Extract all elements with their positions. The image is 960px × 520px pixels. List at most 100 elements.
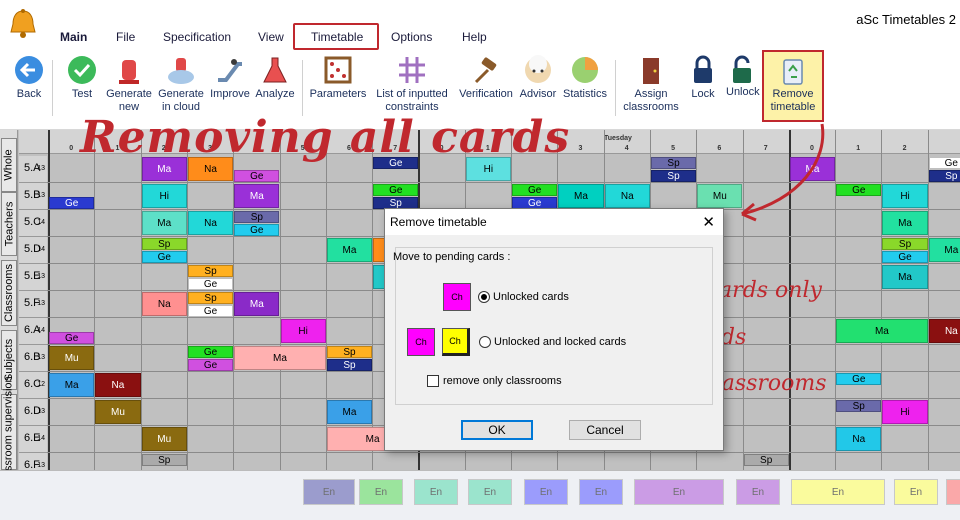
test-button[interactable]: Test: [62, 54, 102, 101]
lesson-card[interactable]: Ma: [326, 238, 373, 262]
side-tab-teachers[interactable]: Teachers: [1, 192, 17, 256]
lesson-card[interactable]: Sp: [234, 211, 280, 223]
generate-in-cloud-button[interactable]: Generate in cloud: [156, 54, 206, 114]
lesson-card[interactable]: Ma: [836, 319, 928, 343]
lesson-card[interactable]: Ma: [234, 346, 326, 370]
lesson-card[interactable]: Sp: [928, 170, 960, 182]
pending-card[interactable]: [946, 479, 960, 505]
lesson-card[interactable]: Sp: [187, 292, 234, 304]
pending-card[interactable]: En: [359, 479, 403, 505]
side-tab-whole[interactable]: Whole: [1, 138, 17, 192]
lesson-card[interactable]: Ma: [882, 211, 928, 235]
remove-only-classrooms-label[interactable]: remove only classrooms: [443, 375, 562, 387]
assign-classrooms-button[interactable]: Assign classrooms: [622, 54, 680, 114]
generate-new-button[interactable]: Generate new: [104, 54, 154, 114]
class-row-label[interactable]: 6.F 13: [19, 453, 47, 470]
menu-timetable[interactable]: Timetable: [311, 30, 363, 44]
lesson-card[interactable]: Sp: [326, 359, 373, 371]
class-row-label[interactable]: 5.B 13: [19, 183, 47, 210]
class-row-label[interactable]: 6.E 14: [19, 426, 47, 453]
lesson-card[interactable]: Ge: [187, 359, 234, 371]
advisor-button[interactable]: Advisor: [518, 54, 558, 101]
lesson-card[interactable]: Hi: [882, 400, 928, 424]
lesson-card[interactable]: Ge: [187, 278, 234, 290]
pending-card[interactable]: En: [791, 479, 885, 505]
lesson-card[interactable]: Na: [187, 211, 234, 235]
pending-card[interactable]: En: [303, 479, 355, 505]
radio-unlocked-label[interactable]: Unlocked cards: [493, 291, 569, 303]
pending-card[interactable]: En: [736, 479, 780, 505]
lesson-card[interactable]: Na: [836, 427, 882, 451]
class-row-label[interactable]: 5.E 13: [19, 264, 47, 291]
lesson-card[interactable]: Na: [95, 373, 141, 397]
menu-help[interactable]: Help: [462, 30, 487, 44]
lesson-card[interactable]: Sp: [743, 454, 789, 466]
lesson-card[interactable]: Na: [141, 292, 187, 316]
lesson-card[interactable]: Sp: [141, 454, 187, 466]
menu-options[interactable]: Options: [391, 30, 432, 44]
lesson-card[interactable]: Ma: [234, 184, 280, 208]
statistics-button[interactable]: Statistics: [560, 54, 610, 101]
lesson-card[interactable]: Hi: [280, 319, 326, 343]
lesson-card[interactable]: Ge: [512, 184, 558, 196]
lesson-card[interactable]: Ge: [928, 157, 960, 169]
lesson-card[interactable]: Hi: [141, 184, 187, 208]
menu-file[interactable]: File: [116, 30, 135, 44]
lesson-card[interactable]: Ma: [49, 373, 95, 397]
lesson-card[interactable]: Sp: [326, 346, 373, 358]
lesson-card[interactable]: Ge: [49, 197, 95, 209]
lesson-card[interactable]: Sp: [141, 238, 187, 250]
lesson-card[interactable]: Ma: [882, 265, 928, 289]
pending-card[interactable]: En: [894, 479, 938, 505]
pending-card[interactable]: En: [579, 479, 623, 505]
lesson-card[interactable]: Ge: [882, 251, 928, 263]
lesson-card[interactable]: Sp: [650, 170, 697, 182]
lesson-card[interactable]: Ge: [836, 184, 882, 196]
lesson-card[interactable]: Na: [928, 319, 960, 343]
radio-all-cards[interactable]: [479, 336, 491, 348]
class-row-label[interactable]: 6.C 12: [19, 372, 47, 399]
lock-button[interactable]: Lock: [686, 54, 720, 101]
remove-only-classrooms-checkbox[interactable]: [427, 375, 439, 387]
close-icon[interactable]: ✕: [702, 213, 715, 231]
lesson-card[interactable]: Ma: [928, 238, 960, 262]
class-row-label[interactable]: 5.D 14: [19, 237, 47, 264]
dialog-titlebar[interactable]: Remove timetable ✕: [385, 209, 723, 235]
lesson-card[interactable]: Ge: [187, 305, 234, 317]
lesson-card[interactable]: Ge: [187, 346, 234, 358]
lesson-card[interactable]: Ge: [141, 251, 187, 263]
lesson-card[interactable]: Ma: [234, 292, 280, 316]
lesson-card[interactable]: Sp: [650, 157, 697, 169]
pending-card[interactable]: En: [524, 479, 568, 505]
improve-button[interactable]: Improve: [208, 54, 252, 101]
side-tab-classrooms[interactable]: Classrooms: [1, 260, 17, 326]
lesson-card[interactable]: Sp: [882, 238, 928, 250]
class-row-label[interactable]: 6.D 13: [19, 399, 47, 426]
lesson-card[interactable]: Sp: [836, 400, 882, 412]
menu-view[interactable]: View: [258, 30, 284, 44]
class-row-label[interactable]: 5.F 13: [19, 291, 47, 318]
lesson-card[interactable]: Ge: [836, 373, 882, 385]
ok-button[interactable]: OK: [461, 420, 533, 440]
list-inputted-constraints-button[interactable]: List of inputted constraints: [370, 54, 454, 114]
pending-card[interactable]: En: [468, 479, 512, 505]
lesson-card[interactable]: Mu: [95, 400, 141, 424]
lesson-card[interactable]: Ge: [234, 224, 280, 236]
lesson-card[interactable]: Mu: [141, 427, 187, 451]
menu-specification[interactable]: Specification: [163, 30, 231, 44]
verification-button[interactable]: Verification: [456, 54, 516, 101]
lesson-card[interactable]: Ge: [234, 170, 280, 182]
parameters-button[interactable]: Parameters: [308, 54, 368, 101]
side-tab-classroom-supervision[interactable]: Classroom supervision: [1, 376, 17, 470]
lesson-card[interactable]: Ma: [141, 211, 187, 235]
class-row-label[interactable]: 5.A 13: [19, 156, 47, 183]
lesson-card[interactable]: Na: [604, 184, 650, 208]
class-row-label[interactable]: 6.B 13: [19, 345, 47, 372]
pending-card[interactable]: En: [634, 479, 724, 505]
lesson-card[interactable]: Ge: [373, 184, 419, 196]
analyze-button[interactable]: Analyze: [254, 54, 296, 101]
lesson-card[interactable]: Sp: [187, 265, 234, 277]
cancel-button[interactable]: Cancel: [569, 420, 641, 440]
lesson-card[interactable]: Ge: [49, 332, 95, 344]
remove-timetable-button[interactable]: Remove timetable: [762, 50, 824, 122]
